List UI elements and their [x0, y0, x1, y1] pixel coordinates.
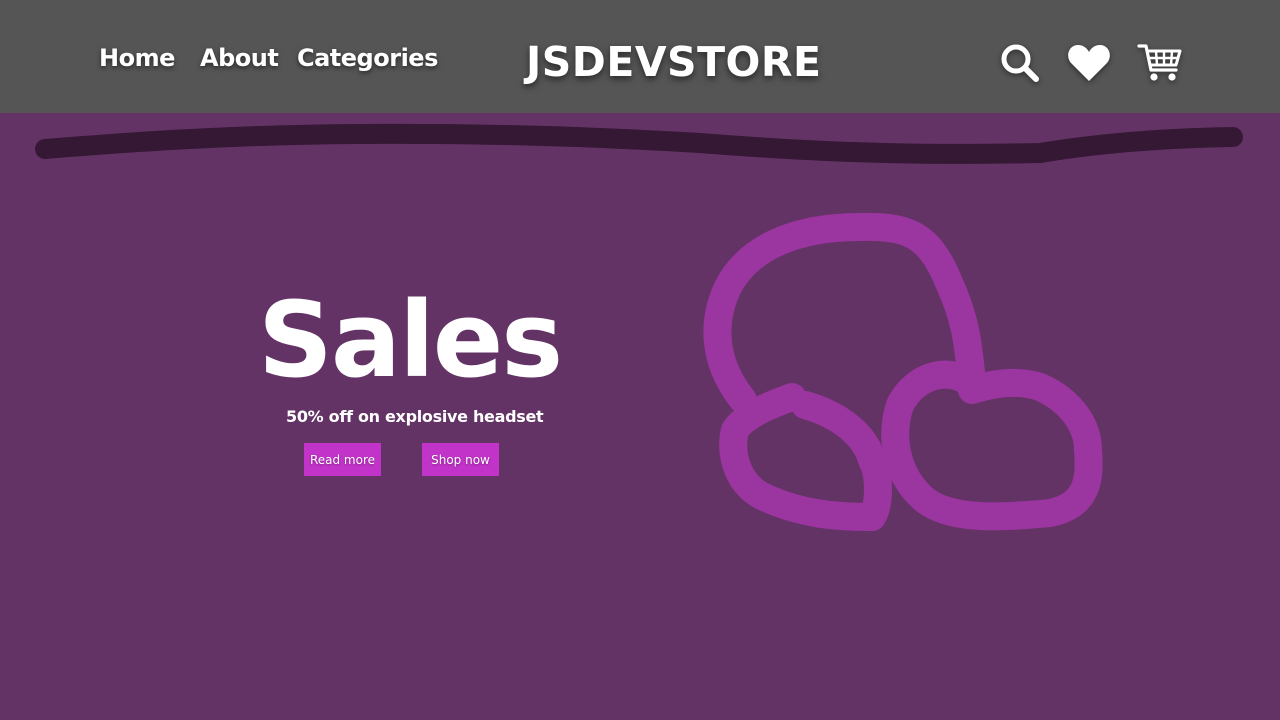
- nav-link-home[interactable]: Home: [99, 44, 175, 72]
- hero-title: Sales: [258, 279, 563, 401]
- nav-link-about[interactable]: About: [200, 44, 279, 72]
- search-icon[interactable]: [1000, 43, 1040, 83]
- hero-subtitle: 50% off on explosive headset: [286, 407, 544, 426]
- heart-icon[interactable]: [1067, 44, 1111, 82]
- cart-icon[interactable]: [1137, 42, 1183, 84]
- shop-now-button[interactable]: Shop now: [422, 443, 499, 476]
- headset-illustration: [703, 212, 1103, 531]
- nav-link-categories[interactable]: Categories: [297, 44, 438, 72]
- brand-logo[interactable]: JSDEVSTORE: [526, 38, 821, 86]
- navbar: Home About Categories JSDEVSTORE: [0, 0, 1280, 113]
- read-more-button[interactable]: Read more: [304, 443, 381, 476]
- scribble-divider: [35, 123, 1243, 164]
